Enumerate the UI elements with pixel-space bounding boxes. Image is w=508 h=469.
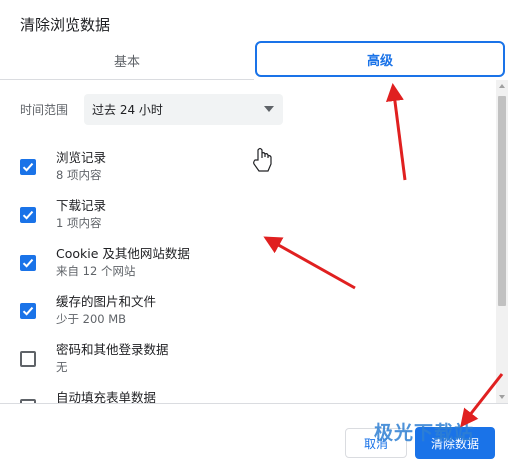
item-title: 密码和其他登录数据	[56, 342, 169, 357]
time-range-value: 过去 24 小时	[92, 103, 163, 117]
item-title: 浏览记录	[56, 150, 107, 165]
list-item-autofill[interactable]: 自动填充表单数据	[0, 387, 496, 403]
scrollbar[interactable]	[496, 80, 508, 403]
list-item-cache[interactable]: 缓存的图片和文件 少于 200 MB	[0, 291, 496, 339]
scroll-up-arrow-icon[interactable]	[499, 84, 505, 88]
tab-basic[interactable]: 基本	[0, 41, 254, 80]
scroll-thumb[interactable]	[498, 96, 506, 306]
checkbox-checked-icon[interactable]	[20, 255, 36, 271]
list-item-browsing-history[interactable]: 浏览记录 8 项内容	[0, 147, 496, 195]
item-subtitle: 少于 200 MB	[56, 312, 127, 326]
time-range-select[interactable]: 过去 24 小时	[84, 94, 283, 125]
checkbox-unchecked-icon[interactable]	[20, 351, 36, 367]
tab-advanced[interactable]: 高级	[255, 41, 505, 77]
item-subtitle: 1 项内容	[56, 216, 102, 230]
list-item-download-history[interactable]: 下载记录 1 项内容	[0, 195, 496, 243]
item-title: 下载记录	[56, 198, 107, 213]
advanced-panel: 时间范围 过去 24 小时 浏览记录 8 项内容 下载记录 1 项内容 Cook…	[0, 80, 496, 403]
checkbox-checked-icon[interactable]	[20, 159, 36, 175]
dropdown-caret-icon	[264, 106, 274, 112]
footer-divider	[0, 403, 508, 404]
list-item-passwords[interactable]: 密码和其他登录数据 无	[0, 339, 496, 387]
watermark: 极光下载站	[374, 422, 475, 444]
scroll-down-arrow-icon[interactable]	[499, 395, 505, 399]
list-item-cookies[interactable]: Cookie 及其他网站数据 来自 12 个网站	[0, 243, 496, 291]
checkbox-checked-icon[interactable]	[20, 207, 36, 223]
item-subtitle: 无	[56, 360, 68, 374]
checkbox-checked-icon[interactable]	[20, 303, 36, 319]
dialog-title: 清除浏览数据	[20, 16, 111, 34]
item-title: Cookie 及其他网站数据	[56, 246, 190, 261]
item-title: 自动填充表单数据	[56, 390, 157, 403]
item-subtitle: 来自 12 个网站	[56, 264, 136, 278]
item-subtitle: 8 项内容	[56, 168, 102, 182]
item-title: 缓存的图片和文件	[56, 294, 157, 309]
time-range-label: 时间范围	[20, 103, 69, 117]
